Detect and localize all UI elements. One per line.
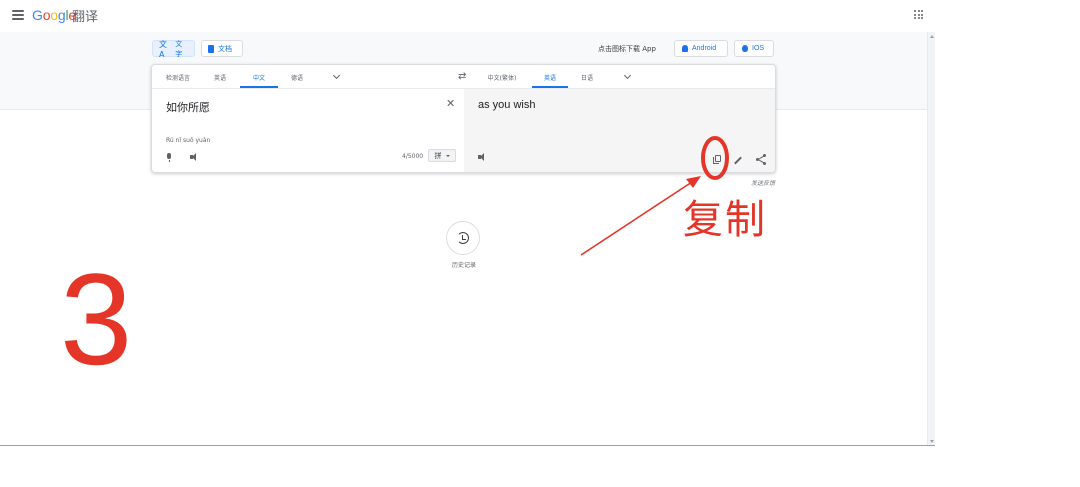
target-lang-japanese[interactable]: 日语 xyxy=(572,65,602,88)
target-more-langs-chevron-icon[interactable] xyxy=(623,71,632,80)
language-tabs-row: 检测语言 英语 中文 德语 ⇄ 中文(繁体) 英语 日语 xyxy=(152,65,775,89)
tab-document-mode-label: 文档 xyxy=(218,44,232,53)
app-promo-text: 点击图标下载 App xyxy=(598,45,656,53)
clear-source-icon[interactable]: ✕ xyxy=(446,97,455,110)
browser-viewport: Google 翻译 文A 文字 文档 点击图标下载 App Android IO… xyxy=(0,0,935,446)
source-text-input[interactable]: 如你所愿 xyxy=(166,99,210,115)
annotation-label: 复制 xyxy=(683,197,767,243)
character-count: 4/5000 xyxy=(402,153,424,160)
annotation-step-number: 3 xyxy=(60,246,133,392)
dropdown-arrow-icon xyxy=(445,154,450,157)
input-method-label: 拼 xyxy=(434,151,442,160)
share-icon[interactable] xyxy=(756,154,766,165)
logo-letter: G xyxy=(32,7,43,23)
tab-text-mode[interactable]: 文A 文字 xyxy=(152,39,195,59)
translation-output-pane: as you wish xyxy=(464,89,775,172)
android-label: Android xyxy=(692,45,717,52)
scroll-down-icon[interactable] xyxy=(930,440,934,443)
tab-document-mode[interactable]: 文档 xyxy=(201,40,243,57)
microphone-icon[interactable] xyxy=(167,153,171,162)
source-lang-detect[interactable]: 检测语言 xyxy=(158,65,198,88)
translated-text: as you wish xyxy=(478,99,536,111)
apple-icon xyxy=(742,45,748,52)
source-more-langs-chevron-icon[interactable] xyxy=(332,71,341,80)
top-app-bar: Google 翻译 xyxy=(0,0,935,32)
hamburger-menu-icon[interactable] xyxy=(12,10,24,20)
google-apps-icon[interactable] xyxy=(914,10,923,19)
target-lang-english[interactable]: 英语 xyxy=(532,65,568,88)
history-button[interactable] xyxy=(446,221,480,255)
ios-app-button[interactable]: IOS xyxy=(734,40,774,57)
history-label: 历史记录 xyxy=(451,262,476,269)
source-lang-chinese[interactable]: 中文 xyxy=(240,65,278,88)
ios-label: IOS xyxy=(752,45,765,52)
logo-letter: o xyxy=(50,7,58,23)
history-icon xyxy=(457,232,469,244)
logo-letter: o xyxy=(42,7,51,23)
pinyin-transliteration: Rú nǐ suǒ yuàn xyxy=(166,137,211,144)
logo-letter: g xyxy=(57,7,66,23)
android-app-button[interactable]: Android xyxy=(674,40,728,57)
suggest-edit-pencil-icon[interactable] xyxy=(734,156,742,165)
translation-card: 检测语言 英语 中文 德语 ⇄ 中文(繁体) 英语 日语 如你所愿 ✕ Rú n… xyxy=(151,64,776,173)
text-translate-icon: 文A xyxy=(159,39,167,59)
copy-translation-icon[interactable] xyxy=(713,155,721,164)
android-icon xyxy=(682,45,688,52)
scroll-up-icon[interactable] xyxy=(930,35,934,38)
source-lang-english[interactable]: 英语 xyxy=(206,65,234,88)
target-lang-traditional-chinese[interactable]: 中文(繁体) xyxy=(482,65,522,88)
product-name: 翻译 xyxy=(72,10,99,25)
input-method-button[interactable]: 拼 xyxy=(428,149,456,162)
send-feedback-link[interactable]: 发送反馈 xyxy=(751,178,775,187)
target-speaker-icon[interactable] xyxy=(478,153,487,161)
google-logo[interactable]: Google xyxy=(32,7,76,23)
vertical-scrollbar[interactable] xyxy=(927,32,935,445)
source-speaker-icon[interactable] xyxy=(190,153,199,161)
document-icon xyxy=(208,44,214,53)
tab-text-mode-label: 文字 xyxy=(175,39,183,58)
swap-languages-icon[interactable]: ⇄ xyxy=(458,71,466,82)
source-lang-german[interactable]: 德语 xyxy=(282,65,312,88)
